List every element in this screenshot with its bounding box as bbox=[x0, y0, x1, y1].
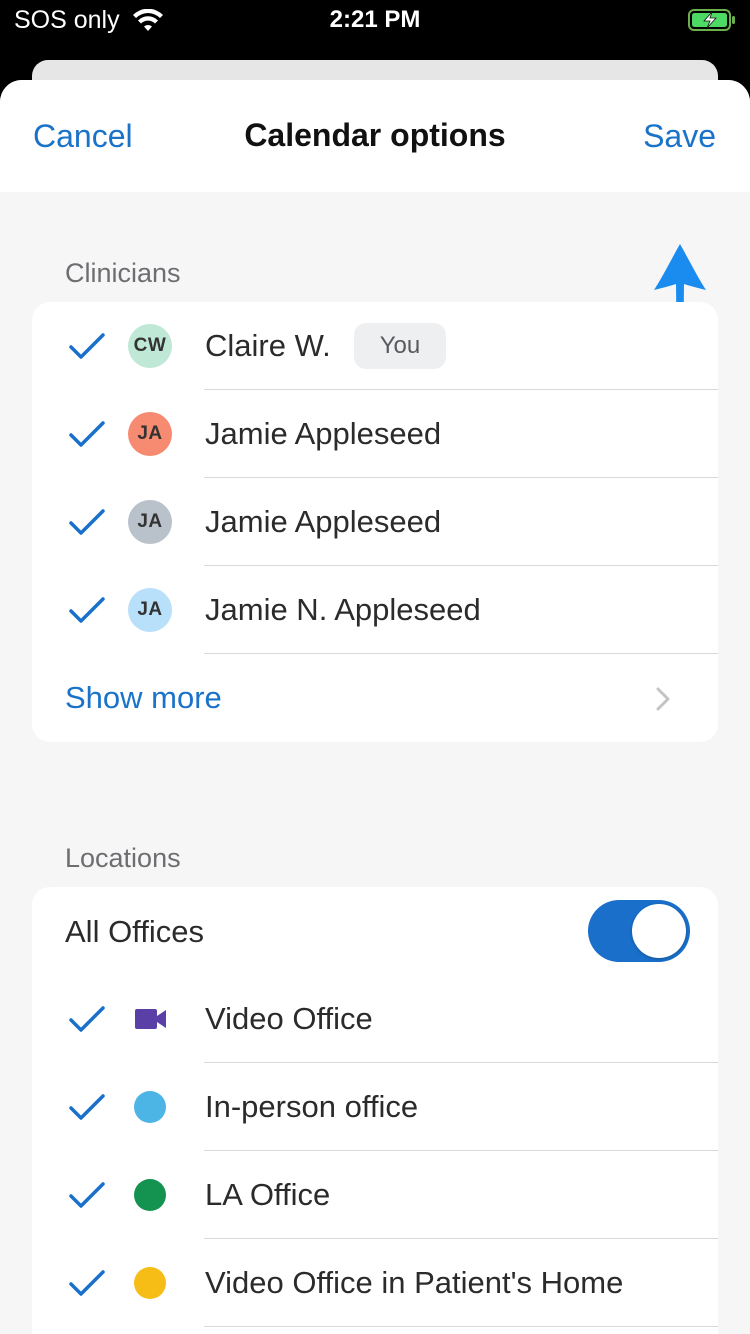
checkmark-icon bbox=[69, 509, 105, 535]
clinician-row[interactable]: JA Jamie N. Appleseed bbox=[32, 566, 718, 654]
location-row[interactable]: In-person office bbox=[32, 1063, 718, 1151]
checkmark-icon bbox=[69, 421, 105, 447]
battery-charging-icon bbox=[688, 9, 735, 31]
location-row[interactable]: LA Office bbox=[32, 1151, 718, 1239]
locations-card: All Offices Video Office In-person offic… bbox=[32, 887, 718, 1334]
locations-section-label: Locations bbox=[65, 843, 181, 873]
checkmark-icon bbox=[69, 1094, 105, 1120]
checkmark-icon bbox=[69, 1006, 105, 1032]
show-more-label: Show more bbox=[65, 680, 222, 715]
cancel-button[interactable]: Cancel bbox=[33, 118, 133, 155]
video-camera-icon bbox=[135, 1009, 166, 1029]
circle-dot-icon bbox=[134, 1179, 166, 1211]
divider bbox=[204, 1326, 718, 1327]
save-button[interactable]: Save bbox=[643, 118, 716, 155]
all-offices-row: All Offices bbox=[32, 887, 718, 975]
avatar: JA bbox=[128, 500, 172, 544]
chevron-right-icon bbox=[656, 687, 670, 711]
all-offices-label: All Offices bbox=[65, 914, 204, 949]
status-time: 2:21 PM bbox=[329, 6, 421, 33]
checkmark-icon bbox=[69, 333, 105, 359]
location-name: Video Office bbox=[205, 1001, 373, 1036]
status-bar: SOS only 2:21 PM bbox=[0, 0, 750, 44]
toggle-knob bbox=[632, 904, 686, 958]
you-badge: You bbox=[354, 323, 446, 369]
screen: SOS only 2:21 PM Cancel Calendar options… bbox=[0, 0, 750, 1334]
calendar-options-sheet: Cancel Calendar options Save Clinicians … bbox=[0, 80, 750, 1334]
all-offices-toggle[interactable] bbox=[588, 900, 690, 962]
location-row[interactable]: Video Office in Patient's Home bbox=[32, 1239, 718, 1327]
circle-dot-icon bbox=[134, 1091, 166, 1123]
clinician-row[interactable]: CW Claire W. You bbox=[32, 302, 718, 390]
location-name: Video Office in Patient's Home bbox=[205, 1265, 624, 1300]
avatar: CW bbox=[128, 324, 172, 368]
clinician-name: Jamie Appleseed bbox=[205, 504, 442, 539]
clinician-name: Jamie Appleseed bbox=[205, 416, 442, 451]
clinician-name: Claire W. bbox=[205, 328, 331, 363]
avatar: JA bbox=[128, 412, 172, 456]
circle-dot-icon bbox=[134, 1267, 166, 1299]
location-row[interactable]: Video Office bbox=[32, 975, 718, 1063]
checkmark-icon bbox=[69, 597, 105, 623]
show-more-button[interactable]: Show more bbox=[32, 654, 718, 742]
location-name: In-person office bbox=[205, 1089, 419, 1124]
clinicians-card: CW Claire W. You JA Jamie Appleseed JA J… bbox=[32, 302, 718, 742]
location-name: LA Office bbox=[205, 1177, 331, 1212]
avatar: JA bbox=[128, 588, 172, 632]
clinician-name: Jamie N. Appleseed bbox=[205, 592, 481, 627]
clinician-row[interactable]: JA Jamie Appleseed bbox=[32, 478, 718, 566]
checkmark-icon bbox=[69, 1182, 105, 1208]
clinicians-section-label: Clinicians bbox=[65, 258, 181, 288]
navigation-bar: Cancel Calendar options Save bbox=[0, 80, 750, 192]
clinician-row[interactable]: JA Jamie Appleseed bbox=[32, 390, 718, 478]
checkmark-icon bbox=[69, 1270, 105, 1296]
